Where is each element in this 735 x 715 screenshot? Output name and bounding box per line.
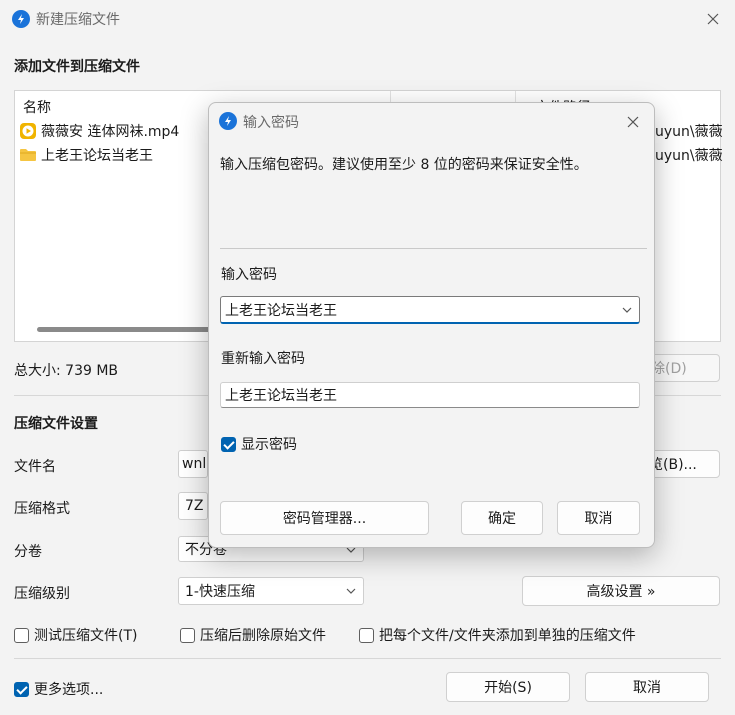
chevron-down-icon[interactable]	[621, 304, 633, 316]
delete-after-checkbox[interactable]	[180, 627, 195, 643]
window-title: 新建压缩文件	[36, 12, 120, 28]
app-logo-icon	[12, 10, 30, 28]
level-select[interactable]: 1-快速压缩	[178, 577, 364, 605]
test-archive-option[interactable]: 测试压缩文件(T)	[14, 625, 137, 645]
advanced-settings-button[interactable]: 高级设置 »	[522, 576, 720, 606]
file-list-row[interactable]: 薇薇安 连体网袜.mp4	[19, 120, 179, 142]
file-list-row[interactable]: 上老王论坛当老王	[19, 144, 153, 166]
dialog-ok-button[interactable]: 确定	[461, 501, 543, 535]
settings-section-title: 压缩文件设置	[14, 416, 98, 432]
split-label: 分卷	[14, 544, 42, 560]
dialog-logo-icon	[219, 112, 237, 130]
dialog-description: 输入压缩包密码。建议使用至少 8 位的密码来保证安全性。	[220, 157, 588, 173]
confirm-password-input[interactable]: 上老王论坛当老王	[220, 382, 640, 408]
main-title-bar: 新建压缩文件	[0, 0, 735, 38]
file-path: uyun\薇薇	[655, 124, 723, 140]
password-input[interactable]: 上老王论坛当老王	[220, 296, 640, 324]
confirm-password-label: 重新输入密码	[221, 351, 305, 367]
start-button[interactable]: 开始(S)	[446, 672, 570, 702]
horizontal-scrollbar-thumb[interactable]	[37, 327, 217, 332]
file-name: 上老王论坛当老王	[41, 148, 153, 164]
file-path-cell: uyun\薇薇	[655, 144, 723, 166]
password-manager-button[interactable]: 密码管理器...	[220, 501, 429, 535]
dialog-cancel-button[interactable]: 取消	[557, 501, 640, 535]
folder-icon	[20, 149, 36, 161]
browse-button[interactable]: 览(B)...	[648, 450, 720, 478]
dialog-divider	[220, 248, 647, 249]
format-label: 压缩格式	[14, 501, 70, 517]
separate-archive-option[interactable]: 把每个文件/文件夹添加到单独的压缩文件	[359, 625, 636, 645]
test-archive-checkbox[interactable]	[14, 627, 29, 643]
video-file-icon	[20, 123, 36, 139]
show-password-checkbox[interactable]	[221, 436, 236, 452]
dialog-close-icon[interactable]	[623, 112, 643, 132]
format-select[interactable]: 7Z	[178, 492, 208, 520]
chevron-down-icon	[346, 588, 356, 594]
password-dialog[interactable]: 输入密码 输入压缩包密码。建议使用至少 8 位的密码来保证安全性。 输入密码 上…	[208, 102, 655, 548]
separate-archive-checkbox[interactable]	[359, 627, 374, 643]
main-cancel-button[interactable]: 取消	[585, 672, 709, 702]
show-password-option[interactable]: 显示密码	[221, 434, 297, 454]
files-section-title: 添加文件到压缩文件	[14, 59, 140, 75]
footer-divider	[14, 658, 721, 659]
more-options-checkbox[interactable]	[14, 681, 29, 697]
window-close-icon[interactable]	[703, 9, 723, 29]
column-header-name[interactable]: 名称	[23, 97, 51, 117]
password-label: 输入密码	[221, 267, 277, 283]
file-name: 薇薇安 连体网袜.mp4	[41, 124, 180, 140]
level-label: 压缩级别	[14, 586, 70, 602]
file-path-cell: uyun\薇薇	[655, 120, 723, 142]
file-path: uyun\薇薇	[655, 148, 723, 164]
filename-label: 文件名	[14, 459, 56, 475]
more-options-option[interactable]: 更多选项...	[14, 679, 103, 699]
filename-input[interactable]: wnl	[178, 450, 208, 478]
total-size-label: 总大小: 739 MB	[14, 363, 119, 379]
delete-after-option[interactable]: 压缩后删除原始文件	[180, 625, 326, 645]
dialog-title: 输入密码	[243, 115, 299, 131]
